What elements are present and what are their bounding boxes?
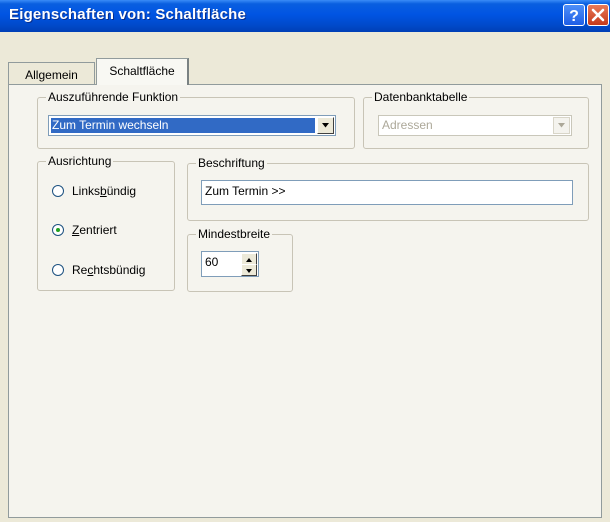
alignment-group: Ausrichtung Linksbündig Zentriert Rechts… [37,154,175,291]
table-group-label: Datenbanktabelle [372,90,470,104]
table-dropdown-value: Adressen [382,118,433,132]
tab-allgemein[interactable]: Allgemein [8,62,95,84]
close-button[interactable] [587,4,609,26]
caption-group-label: Beschriftung [196,156,267,170]
function-group-label: Auszuführende Funktion [46,90,181,104]
minwidth-group-label: Mindestbreite [196,227,273,241]
minwidth-group: Mindestbreite 60 [187,227,293,292]
function-group: Auszuführende Funktion Zum Termin wechse… [37,90,355,149]
table-dropdown[interactable]: Adressen [378,115,572,136]
caption-input-value: Zum Termin >> [205,184,286,198]
window-title: Eigenschaften von: Schaltfläche [9,6,247,23]
function-dropdown[interactable]: Zum Termin wechseln [48,115,336,136]
radio-linksbuendig-label: Linksbündig [72,184,137,198]
radio-circle[interactable] [52,185,64,197]
tab-schaltflaeche[interactable]: Schaltfläche [96,58,189,85]
properties-dialog: Eigenschaften von: Schaltfläche ? Allgem… [0,0,610,522]
table-group: Datenbanktabelle Adressen [363,90,589,149]
chevron-down-icon[interactable] [317,117,334,134]
radio-zentriert-label: Zentriert [72,223,117,237]
tab-panel: Auszuführende Funktion Zum Termin wechse… [8,84,602,518]
caption-input[interactable]: Zum Termin >> [201,180,573,205]
minwidth-input-value: 60 [205,255,219,269]
title-bar[interactable]: Eigenschaften von: Schaltfläche ? [0,0,610,32]
tab-schaltflaeche-label: Schaltfläche [109,64,175,78]
svg-text:?: ? [569,8,579,25]
tab-allgemein-label: Allgemein [25,68,78,82]
alignment-group-label: Ausrichtung [46,154,114,168]
function-dropdown-value: Zum Termin wechseln [51,118,315,133]
radio-checked-dot [56,228,60,232]
arrow-down-icon [246,269,252,273]
radio-circle[interactable] [52,264,64,276]
caption-group: Beschriftung Zum Termin >> [187,156,589,221]
minwidth-input[interactable]: 60 [201,251,259,277]
chevron-down-icon[interactable] [553,117,570,134]
help-button[interactable]: ? [563,4,585,26]
radio-circle[interactable] [52,224,64,236]
spin-down-button[interactable] [241,264,257,276]
radio-rechtsbuendig-label: Rechtsbündig [72,263,146,277]
